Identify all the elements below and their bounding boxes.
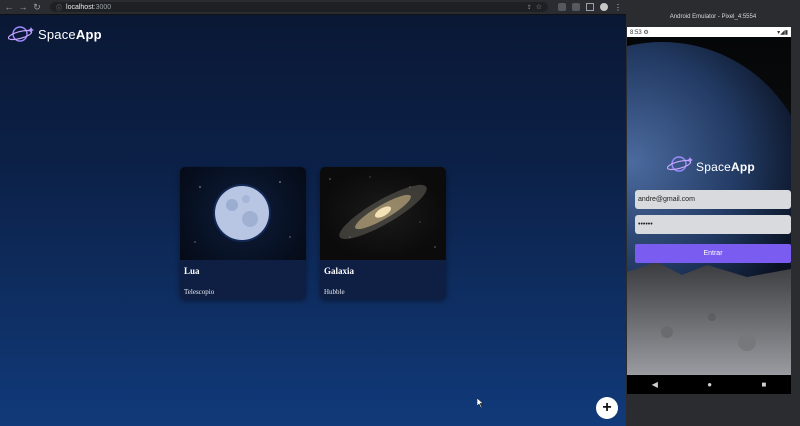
card-title: Galaxia [324, 266, 355, 276]
app-logo[interactable]: SpaceApp [8, 24, 102, 44]
phone-screen: 8:53 ⚙ ▾◢▮ SpaceApp andre@gmail.com ••••… [627, 27, 791, 394]
card-list: Lua Telescopio Galaxia Hubble [180, 167, 446, 299]
settings-icon: ⚙ [643, 29, 649, 36]
browser-toolbar: ← → ↻ ⓘ localhost:3000 ⇪ ☆ ⋮ [0, 0, 626, 15]
mouse-cursor-icon [476, 395, 485, 409]
card-title: Lua [184, 266, 200, 276]
info-icon: ⓘ [56, 5, 63, 12]
recents-square-icon[interactable]: ■ [761, 380, 766, 389]
card-galaxia[interactable]: Galaxia Hubble [320, 167, 446, 299]
add-button[interactable]: + [596, 397, 618, 419]
url-port: :3000 [93, 3, 112, 11]
galaxy-image [320, 167, 446, 260]
reload-icon[interactable]: ↻ [32, 2, 42, 12]
url-host: localhost [66, 3, 94, 11]
back-icon[interactable]: ← [4, 2, 14, 12]
menu-kebab-icon[interactable]: ⋮ [614, 3, 622, 12]
sidebar-icon[interactable] [586, 3, 594, 11]
status-bar: 8:53 ⚙ ▾◢▮ [627, 27, 791, 37]
share-icon[interactable]: ⇪ [527, 4, 532, 11]
logo-text: SpaceApp [38, 26, 102, 42]
moon-image [180, 167, 306, 260]
address-bar[interactable]: ⓘ localhost:3000 ⇪ ☆ [50, 2, 548, 12]
card-lua[interactable]: Lua Telescopio [180, 167, 306, 299]
clock: 8:53 [630, 29, 642, 36]
bookmark-star-icon[interactable]: ☆ [536, 3, 542, 11]
password-field[interactable]: •••••• [635, 215, 791, 234]
logo-text: SpaceApp [696, 159, 755, 174]
android-nav-bar: ◀ ● ■ [627, 375, 791, 394]
card-subtitle: Hubble [324, 288, 345, 296]
puzzle-icon[interactable] [572, 3, 580, 11]
login-button[interactable]: Entrar [635, 244, 791, 263]
browser-window: ← → ↻ ⓘ localhost:3000 ⇪ ☆ ⋮ SpaceApp Lu… [0, 0, 626, 426]
planet-logo-icon [8, 24, 34, 44]
login-screen: SpaceApp andre@gmail.com •••••• Entrar [627, 37, 791, 375]
card-subtitle: Telescopio [184, 288, 215, 296]
home-circle-icon[interactable]: ● [707, 380, 712, 389]
planet-logo-icon [666, 154, 693, 179]
emulator-title: Android Emulator - Pixel_4:5554 [669, 14, 757, 20]
signal-battery-icons: ▾◢▮ [777, 29, 788, 36]
app-logo: SpaceApp [666, 154, 755, 179]
forward-icon[interactable]: → [18, 2, 28, 12]
back-triangle-icon[interactable]: ◀ [652, 380, 658, 389]
extension-icon[interactable] [558, 3, 566, 11]
profile-avatar[interactable] [600, 3, 608, 11]
email-field[interactable]: andre@gmail.com [635, 190, 791, 209]
